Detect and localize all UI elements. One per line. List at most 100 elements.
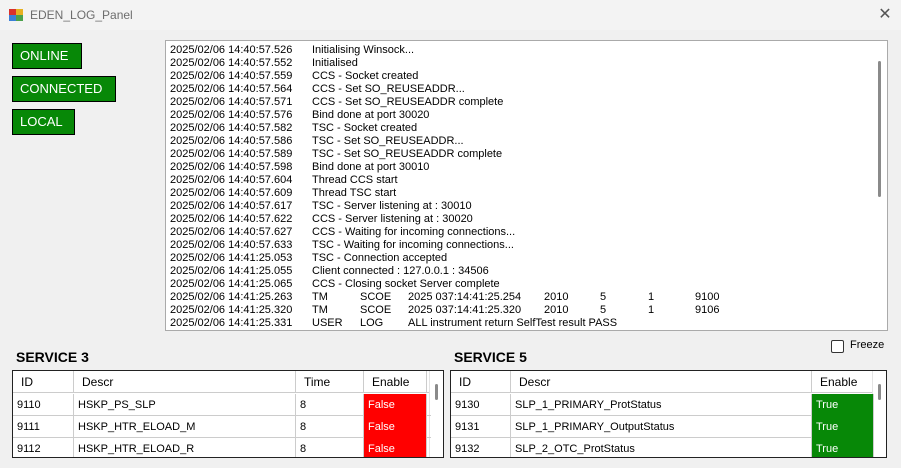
service5-header: ID Descr Enable bbox=[451, 371, 874, 393]
log-timestamp: 2025/02/06 14:40:57.582 bbox=[170, 122, 293, 134]
service5-grid[interactable]: ID Descr Enable 9130 SLP_1_PRIMARY_ProtSt… bbox=[450, 370, 887, 458]
service5-cell-id[interactable]: 9130 bbox=[451, 394, 511, 416]
log-field: 5 bbox=[600, 304, 607, 316]
service3-scrollbar[interactable] bbox=[429, 371, 443, 457]
log-timestamp: 2025/02/06 14:41:25.320 bbox=[170, 304, 293, 316]
log-field: 9106 bbox=[695, 304, 720, 316]
log-message: TSC - Connection accepted bbox=[312, 252, 448, 264]
service3-cell-descr[interactable]: HSKP_HTR_ELOAD_R bbox=[74, 438, 296, 457]
service5-row[interactable]: 9131 SLP_1_PRIMARY_OutputStatus True bbox=[451, 416, 874, 438]
service5-cell-id[interactable]: 9132 bbox=[451, 438, 511, 457]
service5-cell-enable[interactable]: True bbox=[812, 416, 874, 438]
log-timestamp: 2025/02/06 14:40:57.526 bbox=[170, 44, 293, 56]
log-timestamp: 2025/02/06 14:41:25.263 bbox=[170, 291, 293, 303]
service3-cell-id[interactable]: 9110 bbox=[13, 394, 74, 416]
log-message: CCS - Set SO_REUSEADDR complete bbox=[312, 96, 504, 108]
freeze-label: Freeze bbox=[850, 339, 885, 351]
log-timestamp: 2025/02/06 14:40:57.627 bbox=[170, 226, 293, 238]
log-message: Initialised bbox=[312, 57, 358, 69]
local-status-button[interactable]: LOCAL bbox=[12, 109, 75, 135]
service3-cell-descr[interactable]: HSKP_HTR_ELOAD_M bbox=[74, 416, 296, 438]
log-field: 2025 037:14:41:25.320 bbox=[408, 304, 522, 316]
connected-status-button[interactable]: CONNECTED bbox=[12, 76, 116, 102]
service5-col-descr[interactable]: Descr bbox=[511, 371, 812, 393]
log-message: TSC - Server listening at : 30010 bbox=[312, 200, 472, 212]
service3-cell-enable[interactable]: False bbox=[364, 394, 427, 416]
log-scrollbar-thumb[interactable] bbox=[878, 61, 881, 197]
service5-cell-descr[interactable]: SLP_1_PRIMARY_ProtStatus bbox=[511, 394, 812, 416]
log-message: CCS - Socket created bbox=[312, 70, 419, 82]
window-title: EDEN_LOG_Panel bbox=[30, 8, 133, 22]
service5-scrollbar-thumb[interactable] bbox=[878, 384, 881, 400]
log-message: TSC - Set SO_REUSEADDR... bbox=[312, 135, 464, 147]
log-message: Bind done at port 30010 bbox=[312, 161, 430, 173]
service5-col-enable[interactable]: Enable bbox=[812, 371, 874, 393]
service5-cell-enable[interactable]: True bbox=[812, 394, 874, 416]
service5-row[interactable]: 9130 SLP_1_PRIMARY_ProtStatus True bbox=[451, 394, 874, 416]
service5-scrollbar[interactable] bbox=[872, 371, 886, 457]
log-message: Initialising Winsock... bbox=[312, 44, 415, 56]
log-timestamp: 2025/02/06 14:40:57.564 bbox=[170, 83, 293, 95]
log-message: CCS - Waiting for incoming connections..… bbox=[312, 226, 516, 238]
log-timestamp: 2025/02/06 14:40:57.604 bbox=[170, 174, 293, 186]
service3-row[interactable]: 9111 HSKP_HTR_ELOAD_M 8 False bbox=[13, 416, 431, 438]
service3-cell-enable[interactable]: False bbox=[364, 438, 427, 457]
log-message: Thread TSC start bbox=[312, 187, 397, 199]
log-field: 9100 bbox=[695, 291, 720, 303]
log-field: 1 bbox=[648, 304, 655, 316]
log-message: TSC - Waiting for incoming connections..… bbox=[312, 239, 514, 251]
close-icon[interactable]: ✕ bbox=[871, 3, 899, 27]
log-timestamp: 2025/02/06 14:41:25.065 bbox=[170, 278, 293, 290]
service3-cell-id[interactable]: 9111 bbox=[13, 416, 74, 438]
service3-scrollbar-thumb[interactable] bbox=[435, 384, 438, 400]
service3-col-descr[interactable]: Descr bbox=[74, 371, 296, 393]
log-field: TM bbox=[312, 291, 328, 303]
log-message: Bind done at port 30020 bbox=[312, 109, 430, 121]
log-message: Thread CCS start bbox=[312, 174, 398, 186]
online-status-button[interactable]: ONLINE bbox=[12, 43, 82, 69]
service3-col-time[interactable]: Time bbox=[296, 371, 364, 393]
log-timestamp: 2025/02/06 14:40:57.576 bbox=[170, 109, 293, 121]
service3-row[interactable]: 9112 HSKP_HTR_ELOAD_R 8 False bbox=[13, 438, 431, 457]
log-field: LOG bbox=[360, 317, 384, 329]
service3-grid[interactable]: ID Descr Time Enable 9110 HSKP_PS_SLP 8 Fal… bbox=[12, 370, 444, 458]
log-timestamp: 2025/02/06 14:40:57.609 bbox=[170, 187, 293, 199]
log-message: CCS - Set SO_REUSEADDR... bbox=[312, 83, 465, 95]
log-field: 2025 037:14:41:25.254 bbox=[408, 291, 522, 303]
log-scrollbar[interactable] bbox=[873, 41, 887, 330]
log-field: 2010 bbox=[544, 304, 569, 316]
log-timestamp: 2025/02/06 14:41:25.331 bbox=[170, 317, 293, 329]
log-field: TM bbox=[312, 304, 328, 316]
service5-cell-descr[interactable]: SLP_2_OTC_ProtStatus bbox=[511, 438, 812, 457]
service3-cell-id[interactable]: 9112 bbox=[13, 438, 74, 457]
service5-cell-id[interactable]: 9131 bbox=[451, 416, 511, 438]
service5-cell-descr[interactable]: SLP_1_PRIMARY_OutputStatus bbox=[511, 416, 812, 438]
service3-title: SERVICE 3 bbox=[16, 349, 89, 365]
log-message: CCS - Server listening at : 30020 bbox=[312, 213, 473, 225]
service3-cell-enable[interactable]: False bbox=[364, 416, 427, 438]
service3-cell-time[interactable]: 8 bbox=[296, 438, 364, 457]
log-timestamp: 2025/02/06 14:40:57.571 bbox=[170, 96, 293, 108]
log-timestamp: 2025/02/06 14:40:57.559 bbox=[170, 70, 293, 82]
freeze-checkbox-box[interactable] bbox=[831, 340, 844, 353]
service5-col-id[interactable]: ID bbox=[451, 371, 511, 393]
log-field: SCOE bbox=[360, 304, 392, 316]
log-field: 5 bbox=[600, 291, 607, 303]
service3-row[interactable]: 9110 HSKP_PS_SLP 8 False bbox=[13, 394, 431, 416]
service3-cell-time[interactable]: 8 bbox=[296, 394, 364, 416]
service5-row[interactable]: 9132 SLP_2_OTC_ProtStatus True bbox=[451, 438, 874, 457]
log-field: 2010 bbox=[544, 291, 569, 303]
service3-col-id[interactable]: ID bbox=[13, 371, 74, 393]
log-timestamp: 2025/02/06 14:40:57.633 bbox=[170, 239, 293, 251]
log-message: TSC - Socket created bbox=[312, 122, 418, 134]
app-icon bbox=[9, 9, 23, 21]
service5-cell-enable[interactable]: True bbox=[812, 438, 874, 457]
service3-col-enable[interactable]: Enable bbox=[364, 371, 427, 393]
log-field: ALL instrument return SelfTest result PA… bbox=[408, 317, 618, 329]
log-message: TSC - Set SO_REUSEADDR complete bbox=[312, 148, 503, 160]
service5-title: SERVICE 5 bbox=[454, 349, 527, 365]
service3-cell-time[interactable]: 8 bbox=[296, 416, 364, 438]
service3-cell-descr[interactable]: HSKP_PS_SLP bbox=[74, 394, 296, 416]
log-field: USER bbox=[312, 317, 343, 329]
log-listbox[interactable]: 2025/02/06 14:40:57.526 Initialising Wins… bbox=[165, 40, 888, 331]
